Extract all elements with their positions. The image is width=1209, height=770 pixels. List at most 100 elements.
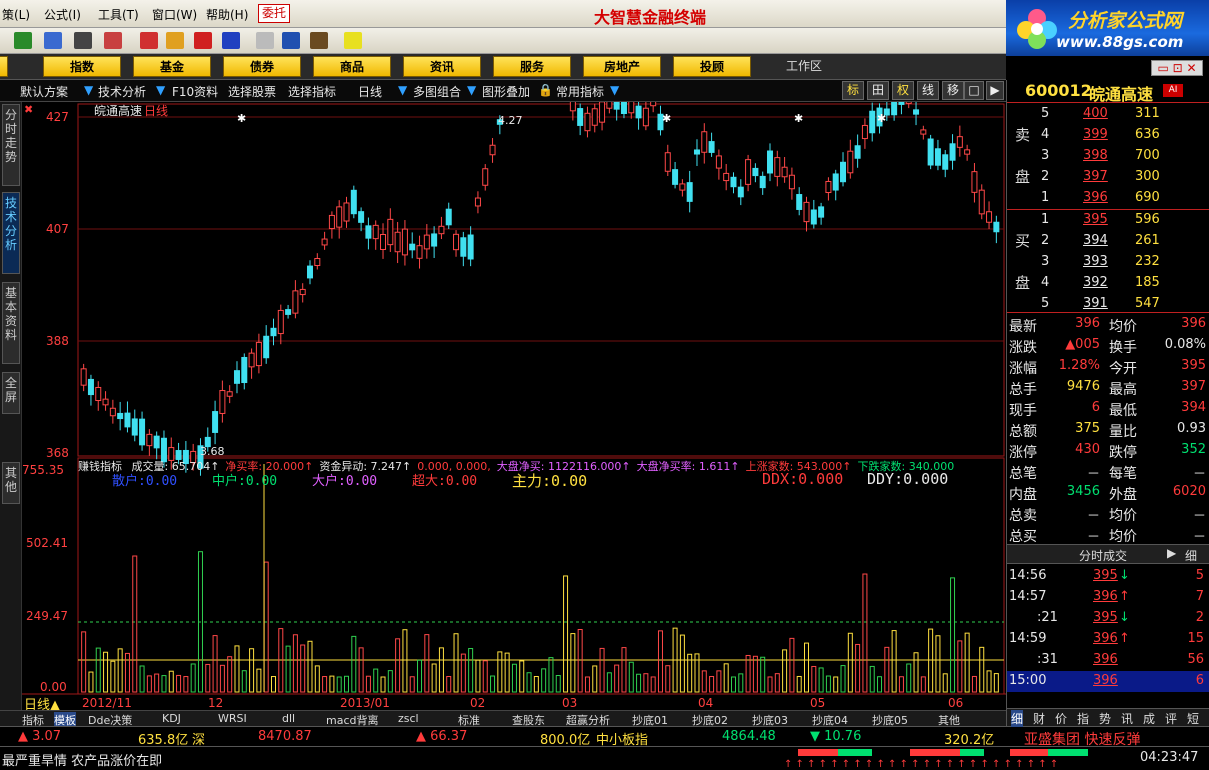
dropdown-arrow-icon[interactable]: ▼ — [398, 83, 407, 97]
panel-tab[interactable]: 短 — [1187, 710, 1199, 727]
workarea-label[interactable]: 工作区 — [786, 57, 822, 74]
cat-bond[interactable]: 债券 — [223, 56, 301, 77]
dropdown-arrow-icon[interactable]: ▼ — [610, 83, 619, 97]
panel-tab[interactable]: 指 — [1077, 710, 1089, 727]
volume-bar — [935, 635, 941, 693]
tick-row[interactable]: 15:00 396 6 — [1007, 671, 1209, 692]
move-button[interactable]: 移 — [942, 81, 964, 100]
book-price: 398 — [1083, 148, 1108, 163]
cat-index[interactable]: 指数 — [43, 56, 121, 77]
period-select[interactable]: 日线 — [358, 83, 382, 100]
window-controls[interactable]: ▭ ⊡ ✕ — [1151, 60, 1203, 76]
pointer-help-icon[interactable] — [344, 32, 362, 49]
select-stock-button[interactable]: 选择股票 — [228, 83, 276, 100]
stat-value: － — [1086, 509, 1100, 524]
tick-row[interactable]: 14:59 396 ↑ 15 — [1007, 629, 1209, 650]
tab-other[interactable]: 其他 — [2, 462, 20, 504]
candle-body — [87, 378, 94, 396]
alert-icon[interactable] — [104, 32, 122, 49]
indicator-tab[interactable]: zscl — [398, 712, 419, 725]
play-icon[interactable]: ▶ — [1167, 546, 1176, 560]
cat-advisor[interactable]: 投顾 — [673, 56, 751, 77]
kline-chart[interactable]: ✱ ✱ ✱ ✱ — [22, 102, 1006, 712]
stock-icon[interactable] — [194, 32, 212, 49]
book-row[interactable]: 4 392 185 — [1007, 273, 1209, 294]
indicator-tab[interactable]: WRSI — [218, 712, 247, 725]
books-icon[interactable] — [310, 32, 328, 49]
volume-bar — [782, 649, 788, 693]
ticker-value: ▼ 10.76 — [810, 729, 862, 744]
tab-tech-analysis[interactable]: 技术分析 — [2, 192, 20, 274]
f10-button[interactable]: F10资料 — [172, 83, 218, 100]
scheme-select[interactable]: 默认方案 — [20, 83, 68, 100]
menu-strategy[interactable]: 策(L) — [2, 6, 30, 23]
cat-stock[interactable]: 票 — [0, 56, 8, 77]
news-scroll[interactable]: 最严重旱情 农产品涨价在即 — [2, 750, 162, 769]
close-chart-icon[interactable]: ✖ — [24, 103, 33, 116]
menu-tools[interactable]: 工具(T) — [98, 6, 139, 23]
diamond-icon[interactable] — [166, 32, 184, 49]
tick-row[interactable]: 14:56 395 ↓ 5 — [1007, 566, 1209, 587]
overlay-select[interactable]: 图形叠加 — [482, 83, 530, 100]
grid-button[interactable]: 田 — [867, 81, 889, 100]
dropdown-arrow-icon[interactable]: ▼ — [467, 83, 476, 97]
binoculars-icon[interactable] — [74, 32, 92, 49]
dropdown-arrow-icon[interactable]: ▼ — [156, 83, 165, 97]
indicator-tab[interactable]: KDJ — [162, 712, 181, 725]
ai-badge-icon[interactable]: AI — [1163, 84, 1183, 97]
book-row[interactable]: 3 398 700 — [1007, 146, 1209, 167]
panel-tab[interactable]: 成 — [1143, 710, 1155, 727]
cat-info[interactable]: 资讯 — [403, 56, 481, 77]
multi-chart-select[interactable]: 多图组合 — [413, 83, 461, 100]
menu-help[interactable]: 帮助(H) — [206, 6, 248, 23]
book-row[interactable]: 1 396 690 — [1007, 188, 1209, 209]
cat-service[interactable]: 服务 — [493, 56, 571, 77]
tech-analysis-select[interactable]: 技术分析 — [98, 83, 146, 100]
book-row[interactable]: 4 399 636 — [1007, 125, 1209, 146]
select-indicator-button[interactable]: 选择指标 — [288, 83, 336, 100]
tick-row[interactable]: :31 396 56 — [1007, 650, 1209, 671]
dropdown-arrow-icon[interactable]: ▼ — [84, 83, 93, 97]
panel-tab[interactable]: 细 — [1011, 710, 1024, 727]
book-row[interactable]: 5 400 311 — [1007, 104, 1209, 125]
lock-icon[interactable]: 🔒 — [538, 83, 553, 97]
candle-body — [745, 159, 752, 185]
chart-icon[interactable] — [44, 32, 62, 49]
weituo-button[interactable]: 委托 — [258, 4, 290, 23]
cat-realestate[interactable]: 房地产 — [583, 56, 661, 77]
candle-body — [701, 131, 708, 153]
play-button[interactable]: ▶ — [986, 81, 1004, 100]
common-indicator-select[interactable]: 常用指标 — [556, 83, 604, 100]
cat-fund[interactable]: 基金 — [133, 56, 211, 77]
panel-tab[interactable]: 势 — [1099, 710, 1111, 727]
menu-window[interactable]: 窗口(W) — [152, 6, 197, 23]
tab-fullscreen[interactable]: 全屏 — [2, 372, 20, 414]
rights-button[interactable]: 权 — [892, 81, 914, 100]
tab-fundamentals[interactable]: 基本资料 — [2, 282, 20, 364]
book-row[interactable]: 3 393 232 — [1007, 252, 1209, 273]
book-row[interactable]: 1 395 596 — [1007, 210, 1209, 231]
volume-bar — [993, 673, 999, 693]
book-row[interactable]: 2 397 300 — [1007, 167, 1209, 188]
window-button[interactable]: □ — [964, 81, 984, 100]
cat-commodity[interactable]: 商品 — [313, 56, 391, 77]
menu-formula[interactable]: 公式(I) — [44, 6, 81, 23]
tick-row[interactable]: :21 395 ↓ 2 — [1007, 608, 1209, 629]
tick-time: 15:00 — [1009, 673, 1047, 688]
book-row[interactable]: 2 394 261 — [1007, 231, 1209, 252]
panel-tab[interactable]: 价 — [1055, 710, 1067, 727]
mark-button[interactable]: 标 — [842, 81, 864, 100]
indicator-tab[interactable]: dll — [282, 712, 295, 725]
panel-tab[interactable]: 财 — [1033, 710, 1045, 727]
tab-intraday[interactable]: 分时走势 — [2, 104, 20, 186]
panel-tab[interactable]: 评 — [1165, 710, 1177, 727]
index-icon[interactable] — [222, 32, 240, 49]
window-icon[interactable] — [282, 32, 300, 49]
tick-row[interactable]: 14:57 396 ↑ 7 — [1007, 587, 1209, 608]
news-icon[interactable] — [256, 32, 274, 49]
panel-tab[interactable]: 讯 — [1121, 710, 1133, 727]
line-button[interactable]: 线 — [917, 81, 939, 100]
help-icon[interactable] — [140, 32, 158, 49]
detail-button[interactable]: 细 — [1185, 547, 1197, 564]
flag-icon[interactable] — [14, 32, 32, 49]
